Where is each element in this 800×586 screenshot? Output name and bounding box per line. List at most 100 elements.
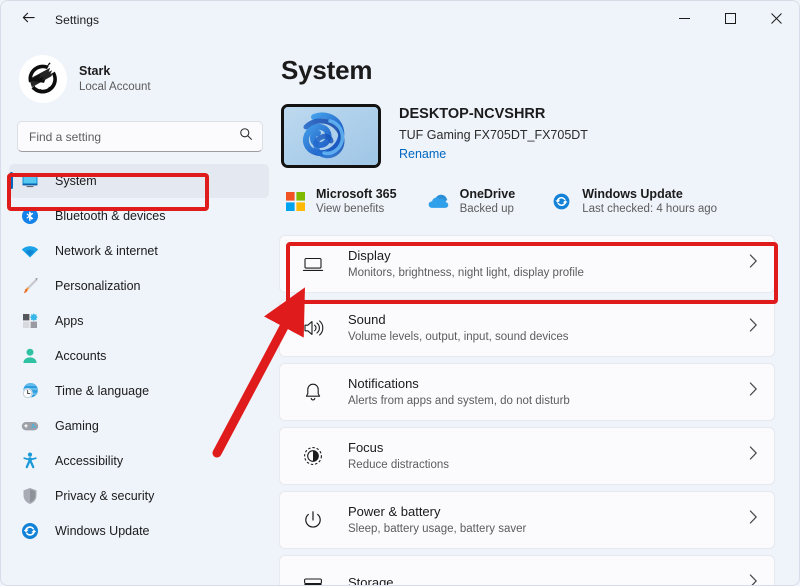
accessibility-icon (19, 450, 41, 472)
sidebar-item-label: Gaming (55, 419, 99, 433)
wifi-icon (19, 240, 41, 262)
search-box[interactable] (17, 121, 263, 152)
quick-link-onedrive[interactable]: OneDrive Backed up (423, 182, 524, 221)
sidebar-item-windows-update[interactable]: Windows Update (9, 514, 269, 548)
settings-card-title: Storage (348, 574, 749, 585)
apps-grid-icon (19, 310, 41, 332)
quick-link-text: Microsoft 365 View benefits (316, 186, 397, 217)
windows-bloom-wallpaper-icon (284, 107, 378, 165)
settings-card-text: Storage (348, 574, 749, 585)
settings-card-title: Focus (348, 439, 749, 456)
paintbrush-icon (19, 275, 41, 297)
quick-link-windows-update[interactable]: Windows Update Last checked: 4 hours ago (545, 182, 725, 221)
account-text: Stark Local Account (79, 64, 151, 95)
main-content: System (279, 39, 799, 585)
settings-card-storage[interactable]: Storage (279, 555, 775, 585)
shield-icon (19, 485, 41, 507)
quick-link-title: Microsoft 365 (316, 186, 397, 202)
settings-card-text: Display Monitors, brightness, night ligh… (348, 247, 749, 281)
account-subtitle: Local Account (79, 80, 151, 94)
settings-card-sound[interactable]: Sound Volume levels, output, input, soun… (279, 299, 775, 357)
search-input[interactable] (29, 130, 239, 144)
settings-card-focus[interactable]: Focus Reduce distractions (279, 427, 775, 485)
device-summary: DESKTOP-NCVSHRR TUF Gaming FX705DT_FX705… (281, 104, 775, 168)
close-icon (771, 11, 782, 29)
settings-card-text: Sound Volume levels, output, input, soun… (348, 311, 749, 345)
sidebar-item-label: Bluetooth & devices (55, 209, 166, 223)
sidebar-item-label: Network & internet (55, 244, 158, 258)
settings-card-title: Notifications (348, 375, 749, 392)
sidebar-item-label: Windows Update (55, 524, 150, 538)
sidebar-item-label: Personalization (55, 279, 140, 293)
settings-card-subtitle: Volume levels, output, input, sound devi… (348, 330, 749, 345)
back-arrow-icon (21, 10, 36, 30)
maximize-icon (725, 11, 736, 29)
quick-link-subtitle: Backed up (460, 202, 516, 217)
settings-card-display[interactable]: Display Monitors, brightness, night ligh… (279, 235, 775, 293)
sidebar-item-accounts[interactable]: Accounts (9, 339, 269, 373)
device-name: DESKTOP-NCVSHRR (399, 105, 588, 124)
sidebar-item-label: Accessibility (55, 454, 123, 468)
avatar (19, 55, 67, 103)
sidebar-item-personalization[interactable]: Personalization (9, 269, 269, 303)
account-tile[interactable]: Stark Local Account (19, 51, 239, 107)
close-button[interactable] (753, 1, 799, 39)
sidebar-item-label: Time & language (55, 384, 149, 398)
app-title: Settings (55, 13, 99, 27)
chevron-right-icon (749, 318, 758, 337)
user-avatar-icon (19, 55, 67, 103)
quick-link-subtitle: Last checked: 4 hours ago (582, 202, 717, 217)
sidebar-item-label: Accounts (55, 349, 106, 363)
device-info: DESKTOP-NCVSHRR TUF Gaming FX705DT_FX705… (399, 104, 588, 165)
window-controls (661, 1, 799, 39)
quick-links-row: Microsoft 365 View benefits OneDrive Bac… (281, 182, 775, 221)
maximize-button[interactable] (707, 1, 753, 39)
quick-link-text: OneDrive Backed up (460, 186, 516, 217)
settings-card-subtitle: Sleep, battery usage, battery saver (348, 522, 749, 537)
search-icon[interactable] (239, 127, 253, 146)
chevron-right-icon (749, 574, 758, 585)
power-icon (300, 509, 326, 531)
page-title: System (281, 55, 775, 86)
settings-window: Settings (0, 0, 800, 586)
sidebar-item-privacy-security[interactable]: Privacy & security (9, 479, 269, 513)
sidebar: Stark Local Account (1, 39, 279, 585)
onedrive-cloud-icon (427, 192, 451, 210)
rename-link[interactable]: Rename (399, 146, 446, 162)
bell-icon (300, 381, 326, 403)
chevron-right-icon (749, 382, 758, 401)
monitor-outline-icon (300, 253, 326, 275)
sidebar-item-network-internet[interactable]: Network & internet (9, 234, 269, 268)
sidebar-item-system[interactable]: System (9, 164, 269, 198)
sidebar-item-apps[interactable]: Apps (9, 304, 269, 338)
bluetooth-icon (19, 205, 41, 227)
settings-card-power-battery[interactable]: Power & battery Sleep, battery usage, ba… (279, 491, 775, 549)
quick-link-microsoft-365[interactable]: Microsoft 365 View benefits (279, 182, 405, 221)
sidebar-item-accessibility[interactable]: Accessibility (9, 444, 269, 478)
device-model: TUF Gaming FX705DT_FX705DT (399, 127, 588, 143)
window-body: Stark Local Account (1, 39, 799, 585)
sidebar-item-label: System (55, 174, 97, 188)
speaker-icon (300, 317, 326, 339)
title-bar: Settings (1, 1, 799, 39)
settings-card-title: Sound (348, 311, 749, 328)
nav-list: System Bluetooth & devices (1, 164, 279, 548)
sidebar-item-bluetooth-devices[interactable]: Bluetooth & devices (9, 199, 269, 233)
settings-card-list: Display Monitors, brightness, night ligh… (279, 235, 775, 585)
chevron-right-icon (749, 254, 758, 273)
settings-card-notifications[interactable]: Notifications Alerts from apps and syste… (279, 363, 775, 421)
settings-card-subtitle: Monitors, brightness, night light, displ… (348, 266, 749, 281)
sidebar-item-gaming[interactable]: Gaming (9, 409, 269, 443)
settings-card-title: Power & battery (348, 503, 749, 520)
clock-globe-icon (19, 380, 41, 402)
chevron-right-icon (749, 510, 758, 529)
back-button[interactable] (13, 5, 43, 35)
sidebar-item-time-language[interactable]: Time & language (9, 374, 269, 408)
minimize-button[interactable] (661, 1, 707, 39)
account-name: Stark (79, 64, 151, 80)
update-sync-icon (19, 520, 41, 542)
chevron-right-icon (749, 446, 758, 465)
settings-card-title: Display (348, 247, 749, 264)
sidebar-item-label: Apps (55, 314, 84, 328)
quick-link-subtitle: View benefits (316, 202, 397, 217)
